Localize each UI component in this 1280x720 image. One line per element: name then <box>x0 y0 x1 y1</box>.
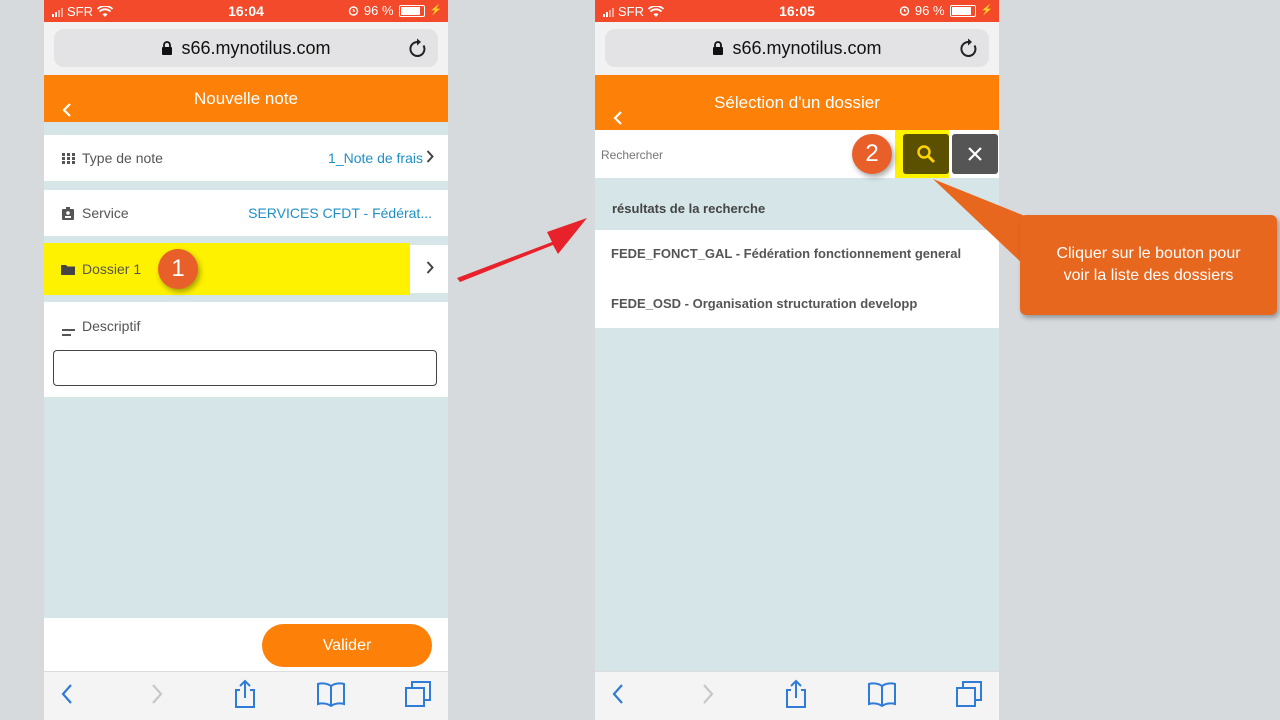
battery-icon <box>949 4 976 17</box>
type-de-note-row[interactable]: Type de note 1_Note de frais <box>44 135 448 181</box>
service-row[interactable]: Service SERVICES CFDT - Fédérat... <box>44 190 448 236</box>
chevron-left-icon <box>62 102 71 117</box>
app-header: Nouvelle note <box>44 75 448 122</box>
bookmarks-icon[interactable] <box>316 681 346 707</box>
phone-screen-right: SFR 16:05 96 % ⚡ s66.mynotilus.com Sélec… <box>595 0 999 720</box>
dossier-label: Dossier 1 <box>82 261 142 277</box>
browser-url-area: s66.mynotilus.com <box>44 22 448 75</box>
reload-icon[interactable] <box>959 37 979 59</box>
url-bar[interactable]: s66.mynotilus.com <box>605 29 989 67</box>
tabs-icon[interactable] <box>955 680 983 708</box>
url-text: s66.mynotilus.com <box>181 37 331 58</box>
alarm-icon <box>899 6 910 16</box>
tabs-icon[interactable] <box>404 680 432 708</box>
step-badge-2: 2 <box>852 134 892 174</box>
step-badge-1: 1 <box>158 249 198 289</box>
search-bar <box>595 130 999 178</box>
list-item[interactable]: FEDE_OSD - Organisation structuration de… <box>611 296 917 311</box>
service-value: SERVICES CFDT - Fédérat... <box>248 205 432 221</box>
bookmarks-icon[interactable] <box>867 681 897 707</box>
status-bar: SFR 16:04 96 % ⚡ <box>44 0 448 22</box>
phone-screen-left: SFR 16:04 96 % ⚡ s66.mynotilus.com Nouve… <box>44 0 448 720</box>
app-header: Sélection d'un dossier <box>595 75 999 130</box>
dossier-row[interactable]: Dossier 1 <box>44 243 448 295</box>
folder-icon <box>61 262 75 276</box>
safari-toolbar <box>44 671 448 720</box>
close-icon <box>968 147 982 161</box>
instruction-callout: Cliquer sur le bouton pour voir la liste… <box>1020 215 1277 315</box>
text-lines-icon <box>61 326 75 340</box>
search-input[interactable] <box>599 138 843 172</box>
clear-button[interactable] <box>952 134 998 174</box>
battery-percent: 96 % <box>914 3 945 18</box>
status-right: 96 % ⚡ <box>899 3 993 18</box>
type-de-note-label: Type de note <box>82 150 163 166</box>
badge-icon <box>61 206 75 220</box>
safari-toolbar <box>595 671 999 720</box>
battery-icon <box>398 4 425 17</box>
footer-bar: Valider <box>44 618 448 672</box>
url-text: s66.mynotilus.com <box>732 37 882 58</box>
service-label: Service <box>82 205 129 221</box>
descriptif-row: Descriptif <box>44 302 448 397</box>
battery-percent: 96 % <box>363 3 394 18</box>
chevron-right-icon <box>426 150 434 167</box>
share-icon[interactable] <box>233 679 257 709</box>
browser-forward-icon[interactable] <box>150 682 164 706</box>
status-bar: SFR 16:05 96 % ⚡ <box>595 0 999 22</box>
browser-back-icon[interactable] <box>60 682 74 706</box>
lock-icon <box>162 40 173 55</box>
alarm-icon <box>348 6 359 16</box>
lock-icon <box>713 40 724 55</box>
chevron-left-icon <box>613 110 622 125</box>
reload-icon[interactable] <box>408 37 428 59</box>
list-item[interactable]: FEDE_FONCT_GAL - Fédération fonctionneme… <box>611 246 961 261</box>
callout-text: Cliquer sur le bouton pour voir la liste… <box>1056 245 1241 284</box>
back-button[interactable] <box>62 89 72 136</box>
validate-button[interactable]: Valider <box>262 624 432 667</box>
browser-forward-icon[interactable] <box>701 682 715 706</box>
type-de-note-value: 1_Note de frais <box>328 150 423 166</box>
browser-back-icon[interactable] <box>611 682 625 706</box>
header-title: Sélection d'un dossier <box>714 93 880 112</box>
charging-icon: ⚡ <box>429 5 442 16</box>
charging-icon: ⚡ <box>980 5 993 16</box>
search-icon <box>917 145 935 163</box>
red-arrow <box>457 218 587 282</box>
search-button[interactable] <box>903 134 949 174</box>
grid-icon <box>61 151 75 165</box>
share-icon[interactable] <box>784 679 808 709</box>
browser-url-area: s66.mynotilus.com <box>595 22 999 75</box>
descriptif-input[interactable] <box>53 350 437 386</box>
url-bar[interactable]: s66.mynotilus.com <box>54 29 438 67</box>
descriptif-label: Descriptif <box>82 318 141 334</box>
status-right: 96 % ⚡ <box>348 3 442 18</box>
header-title: Nouvelle note <box>194 89 298 108</box>
chevron-right-icon <box>426 261 434 278</box>
